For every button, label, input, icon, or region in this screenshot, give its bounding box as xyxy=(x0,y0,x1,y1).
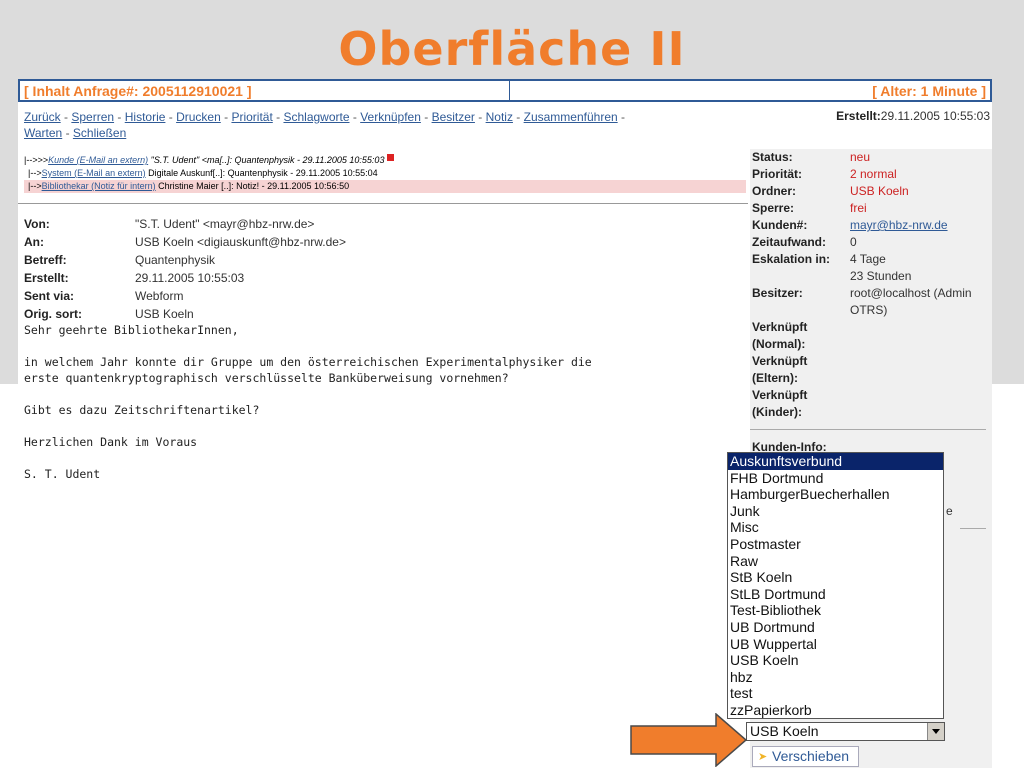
queue-select-value: USB Koeln xyxy=(750,723,819,739)
queue-option[interactable]: StLB Dortmund xyxy=(728,586,943,603)
menu-zusammenfuehren[interactable]: Zusammenführen xyxy=(524,110,618,124)
header-sent-via: Webform xyxy=(135,289,184,303)
title-divider xyxy=(509,81,510,100)
menu-prioritaet[interactable]: Priorität xyxy=(231,110,272,124)
header-subject: Quantenphysik xyxy=(135,253,216,267)
queue-option[interactable]: Misc xyxy=(728,519,943,536)
ticket-number-title: [ Inhalt Anfrage#: 2005112910021 ] xyxy=(24,83,252,99)
move-button[interactable]: ➤ Verschieben xyxy=(752,746,859,767)
thread-item[interactable]: |-->>>Kunde (E-Mail an extern) "S.T. Ude… xyxy=(24,154,746,167)
divider xyxy=(960,528,986,529)
queue-option[interactable]: Auskunftsverbund xyxy=(728,453,943,470)
header-created: 29.11.2005 10:55:03 xyxy=(135,271,245,285)
menu-notiz[interactable]: Notiz xyxy=(486,110,513,124)
slide-title: Oberfläche II xyxy=(338,22,686,76)
queue-option[interactable]: Junk xyxy=(728,503,943,520)
queue-option[interactable]: HamburgerBuecherhallen xyxy=(728,486,943,503)
hidden-text-fragment: e xyxy=(946,504,953,518)
status-value: neu xyxy=(850,150,871,164)
divider xyxy=(750,429,986,430)
arrow-right-icon: ➤ xyxy=(758,751,768,763)
menu-sperren[interactable]: Sperren xyxy=(71,110,114,124)
menu-historie[interactable]: Historie xyxy=(125,110,166,124)
flag-icon xyxy=(387,154,395,161)
menu-drucken[interactable]: Drucken xyxy=(176,110,221,124)
chevron-down-icon[interactable] xyxy=(927,723,944,740)
queue-option[interactable]: StB Koeln xyxy=(728,569,943,586)
ticket-action-menu: Zurück - Sperren - Historie - Drucken - … xyxy=(24,110,626,140)
header-orig-sort: USB Koeln xyxy=(135,307,194,321)
queue-option[interactable]: UB Wuppertal xyxy=(728,636,943,653)
header-to: USB Koeln <digiauskunft@hbz-nrw.de> xyxy=(135,235,346,249)
queue-option[interactable]: zzPapierkorb xyxy=(728,702,943,719)
queue-select[interactable]: USB Koeln xyxy=(746,722,945,741)
queue-option[interactable]: test xyxy=(728,685,943,702)
thread-link[interactable]: Bibliothekar (Notiz für intern) xyxy=(42,181,156,191)
queue-option[interactable]: hbz xyxy=(728,669,943,686)
thread-link[interactable]: System (E-Mail an extern) xyxy=(42,168,146,178)
linked-tickets: Verknüpft (Normal): Verknüpft (Eltern): Ve… xyxy=(752,320,808,419)
menu-verknuepfen[interactable]: Verknüpfen xyxy=(360,110,421,124)
time-value: 0 xyxy=(850,235,857,249)
divider xyxy=(18,203,748,204)
ticket-info: Status: neu Priorität: 2 normal Ordner: USB… xyxy=(752,150,972,317)
menu-warten[interactable]: Warten xyxy=(24,126,62,140)
lock-value: frei xyxy=(850,201,867,215)
queue-option[interactable]: USB Koeln xyxy=(728,652,943,669)
header-from: "S.T. Udent" <mayr@hbz-nrw.de> xyxy=(135,217,315,231)
message-headers: Von: "S.T. Udent" <mayr@hbz-nrw.de> An: US… xyxy=(24,217,346,321)
menu-zurueck[interactable]: Zurück xyxy=(24,110,61,124)
created-date: Erstellt:29.11.2005 10:55:03 xyxy=(836,109,990,123)
ticket-title-bar: [ Inhalt Anfrage#: 2005112910021 ] [ Alt… xyxy=(18,79,992,102)
queue-option[interactable]: FHB Dortmund xyxy=(728,470,943,487)
pointer-arrow-icon xyxy=(630,713,748,767)
thread-item[interactable]: |-->System (E-Mail an extern) Digitale A… xyxy=(24,167,746,180)
customer-link[interactable]: mayr@hbz-nrw.de xyxy=(850,217,948,234)
queue-option[interactable]: UB Dortmund xyxy=(728,619,943,636)
thread-link[interactable]: Kunde (E-Mail an extern) xyxy=(48,155,148,165)
escalation-value: 4 Tage 23 Stunden xyxy=(850,252,912,283)
menu-schlagworte[interactable]: Schlagworte xyxy=(283,110,349,124)
ticket-age: [ Alter: 1 Minute ] xyxy=(872,83,986,99)
queue-option[interactable]: Postmaster xyxy=(728,536,943,553)
menu-besitzer[interactable]: Besitzer xyxy=(432,110,475,124)
menu-schliessen[interactable]: Schließen xyxy=(73,126,126,140)
article-thread: |-->>>Kunde (E-Mail an extern) "S.T. Ude… xyxy=(24,154,746,193)
owner-value: root@localhost (Admin OTRS) xyxy=(850,286,972,317)
queue-value: USB Koeln xyxy=(850,184,909,198)
queue-option[interactable]: Raw xyxy=(728,553,943,570)
message-body: Sehr geehrte BibliothekarInnen, in welch… xyxy=(24,323,592,481)
thread-item-selected[interactable]: |-->Bibliothekar (Notiz für intern) Chri… xyxy=(24,180,746,193)
priority-value: 2 normal xyxy=(850,167,897,181)
queue-option[interactable]: Test-Bibliothek xyxy=(728,602,943,619)
queue-dropdown-list[interactable]: Auskunftsverbund FHB Dortmund HamburgerB… xyxy=(727,452,944,719)
